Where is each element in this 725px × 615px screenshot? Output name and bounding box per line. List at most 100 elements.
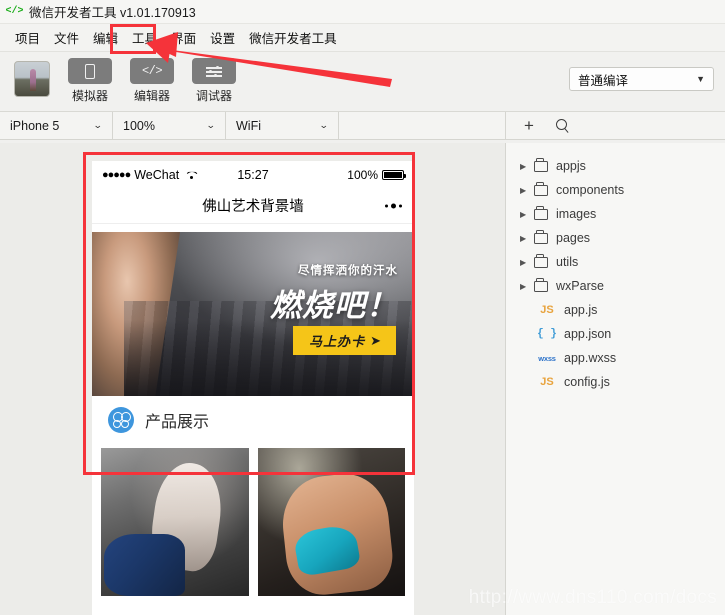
- debugger-button[interactable]: 调试器: [190, 58, 238, 104]
- menu-bar: 项目 文件 编辑 工具 界面 设置 微信开发者工具: [0, 24, 725, 52]
- signal-dots-icon: ●●●●●: [102, 168, 131, 181]
- js-file-icon: JS: [540, 304, 554, 316]
- carrier-label: WeChat: [134, 167, 180, 182]
- menu-item-wechat-devtools[interactable]: 微信开发者工具: [242, 24, 344, 51]
- editor-button-label: 编辑器: [133, 89, 170, 103]
- wechat-devtools-window: </> 微信开发者工具 v1.01.170913 项目 文件 编辑 工具 界面 …: [0, 0, 725, 615]
- simulator-preview[interactable]: ●●●●● WeChat 15:27 100% 佛山艺术背景墙 尽情挥洒你的汗水…: [92, 161, 414, 615]
- tree-folder-label: utils: [556, 255, 579, 269]
- tree-folder-label: images: [556, 207, 597, 221]
- folder-icon: [534, 254, 548, 268]
- simulator-button-label: 模拟器: [71, 89, 108, 103]
- status-bar-right: 100%: [347, 167, 406, 182]
- chevron-down-icon: ▼: [696, 74, 705, 84]
- tree-file-app-wxss[interactable]: wxss app.wxss: [516, 346, 725, 370]
- tree-file-label: app.json: [564, 327, 612, 341]
- device-select-value: iPhone 5: [10, 118, 60, 133]
- menu-item-interface[interactable]: 界面: [164, 24, 203, 51]
- chevron-right-icon[interactable]: ▶: [520, 162, 534, 171]
- tree-folder-label: appjs: [556, 159, 586, 173]
- wxss-file-icon: wxss: [538, 353, 556, 363]
- subbar-spacer: [339, 112, 506, 139]
- tree-folder-label: wxParse: [556, 279, 604, 293]
- phone-nav-bar: 佛山艺术背景墙: [92, 188, 414, 224]
- chevron-right-icon[interactable]: ▶: [520, 186, 534, 195]
- project-avatar[interactable]: [14, 61, 50, 97]
- js-file-icon: JS: [540, 376, 554, 388]
- editor-button[interactable]: </> 编辑器: [128, 58, 176, 104]
- code-brackets-icon: </>: [5, 6, 24, 17]
- network-select-value: WiFi: [236, 118, 261, 133]
- zoom-select-value: 100%: [123, 118, 155, 133]
- tree-folder-appjs[interactable]: ▶ appjs: [516, 154, 725, 178]
- tree-file-app-json[interactable]: { } app.json: [516, 322, 725, 346]
- banner-cta-label: 马上办卡: [309, 334, 366, 349]
- menu-item-settings[interactable]: 设置: [203, 24, 242, 51]
- banner-cta-button[interactable]: 马上办卡 ➤: [293, 326, 396, 355]
- main-toolbar: 模拟器 </> 编辑器 调试器 普通编译 ▼: [0, 52, 725, 112]
- section-title: 产品展示: [145, 414, 210, 431]
- wifi-icon: [185, 170, 197, 180]
- folder-icon: [534, 206, 548, 220]
- tree-file-label: app.wxss: [564, 351, 617, 365]
- chevron-down-icon: ⌄: [93, 120, 104, 130]
- battery-percent-label: 100%: [347, 167, 378, 182]
- chevron-right-icon[interactable]: ▶: [520, 210, 534, 219]
- menu-item-tools[interactable]: 工具: [125, 24, 164, 51]
- folder-icon: [534, 230, 548, 244]
- product-image-1[interactable]: [101, 448, 249, 596]
- tree-file-label: config.js: [564, 375, 610, 389]
- zoom-select[interactable]: 100% ⌄: [113, 112, 226, 139]
- compile-mode-select[interactable]: 普通编译 ▼: [569, 67, 714, 91]
- chevron-down-icon: ⌄: [206, 120, 217, 130]
- section-header-products: 产品展示: [92, 396, 414, 444]
- battery-full-icon: [382, 169, 406, 180]
- simulator-settings-bar: iPhone 5 ⌄ 100% ⌄ WiFi ⌄ +: [0, 112, 725, 140]
- folder-icon: [534, 278, 548, 292]
- tree-folder-wxparse[interactable]: ▶ wxParse: [516, 274, 725, 298]
- banner-subtitle: 尽情挥洒你的汗水: [298, 265, 398, 277]
- tree-folder-components[interactable]: ▶ components: [516, 178, 725, 202]
- chevron-right-icon[interactable]: ▶: [520, 282, 534, 291]
- network-select[interactable]: WiFi ⌄: [226, 112, 339, 139]
- promo-banner[interactable]: 尽情挥洒你的汗水 燃烧吧！ 马上办卡 ➤: [92, 232, 414, 396]
- tree-folder-pages[interactable]: ▶ pages: [516, 226, 725, 250]
- phone-icon: [68, 58, 112, 84]
- search-icon[interactable]: [555, 117, 567, 135]
- flower-circle-icon: [108, 407, 134, 433]
- chevron-right-icon[interactable]: ▶: [520, 258, 534, 267]
- json-file-icon: { }: [537, 328, 557, 340]
- device-select[interactable]: iPhone 5 ⌄: [0, 112, 113, 139]
- tree-folder-label: components: [556, 183, 625, 197]
- tree-file-label: app.js: [564, 303, 598, 317]
- product-grid: [92, 444, 414, 596]
- phone-status-bar: ●●●●● WeChat 15:27 100%: [92, 161, 414, 188]
- folder-icon: [534, 158, 548, 172]
- tree-folder-images[interactable]: ▶ images: [516, 202, 725, 226]
- tree-folder-utils[interactable]: ▶ utils: [516, 250, 725, 274]
- folder-icon: [534, 182, 548, 196]
- file-tree: ▶ appjs ▶ components ▶ images ▶ pages ▶ …: [506, 151, 725, 394]
- page-title: 佛山艺术背景墙: [202, 199, 304, 215]
- tree-file-app-js[interactable]: JS app.js: [516, 298, 725, 322]
- menu-item-file[interactable]: 文件: [47, 24, 86, 51]
- menu-item-project[interactable]: 项目: [8, 24, 47, 51]
- menu-item-edit[interactable]: 编辑: [86, 24, 125, 51]
- arrow-right-icon: ➤: [370, 332, 382, 348]
- debugger-button-label: 调试器: [195, 89, 232, 103]
- more-dots-icon[interactable]: [385, 203, 402, 208]
- banner-headline: 燃烧吧！: [270, 288, 398, 323]
- chevron-right-icon[interactable]: ▶: [520, 234, 534, 243]
- code-icon: </>: [130, 58, 174, 84]
- product-image-2[interactable]: [257, 448, 405, 596]
- title-bar: </> 微信开发者工具 v1.01.170913: [0, 0, 725, 24]
- add-file-button[interactable]: +: [524, 117, 534, 134]
- toolbar-button-group: 模拟器 </> 编辑器 调试器: [66, 58, 238, 104]
- tree-file-config-js[interactable]: JS config.js: [516, 370, 725, 394]
- status-bar-left: ●●●●● WeChat: [102, 168, 197, 182]
- window-title: 微信开发者工具 v1.01.170913: [29, 6, 196, 20]
- simulator-button[interactable]: 模拟器: [66, 58, 114, 104]
- file-panel-toolbar: +: [506, 112, 725, 139]
- file-explorer-pane: ▶ appjs ▶ components ▶ images ▶ pages ▶ …: [506, 143, 725, 615]
- sliders-icon: [192, 58, 236, 84]
